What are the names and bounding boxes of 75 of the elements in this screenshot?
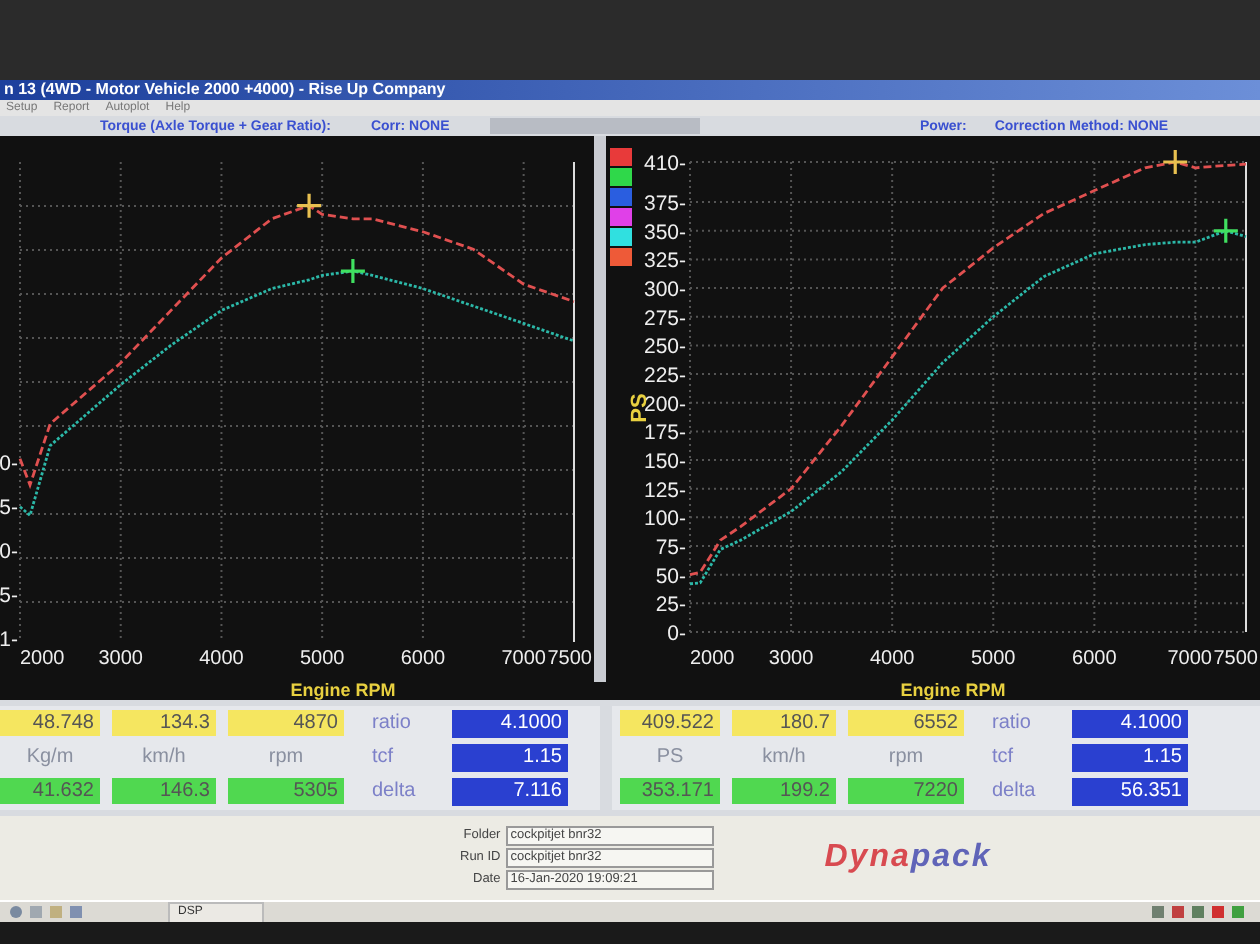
axis-tick-label: 125- xyxy=(643,478,686,503)
readout-value: 4870 xyxy=(228,710,344,736)
axis-tick-label: 1- xyxy=(0,628,18,652)
parameter-label: delta xyxy=(992,778,1038,806)
parameter-value: 4.1000 xyxy=(1072,710,1188,738)
axis-tick-label: 25- xyxy=(655,593,686,618)
readout-value: 409.522 xyxy=(620,710,720,736)
unit-label: PS xyxy=(654,744,686,770)
peak-marker-icon xyxy=(1212,217,1240,245)
axis-tick-label: 6000 xyxy=(400,648,446,670)
axis-tick-label: 50- xyxy=(655,564,686,589)
quick-launch-icon xyxy=(8,904,88,920)
readout-value: 180.7 xyxy=(732,710,836,736)
readout-value: 6552 xyxy=(848,710,964,736)
parameter-label: ratio xyxy=(992,710,1033,738)
peak-marker-icon xyxy=(1161,148,1189,176)
parameter-label: tcf xyxy=(992,744,1016,772)
axis-tick-label: 100- xyxy=(643,507,686,532)
readout-value: 134.3 xyxy=(112,710,216,736)
axis-tick-label: 300- xyxy=(643,278,686,303)
readout-value: 353.171 xyxy=(620,778,720,804)
axis-tick-label: 0- xyxy=(667,622,686,646)
axis-tick-label: 7500 xyxy=(1213,648,1258,670)
axis-tick-label: 175- xyxy=(643,421,686,446)
unit-label: Kg/m xyxy=(24,744,76,770)
unit-label: rpm xyxy=(266,744,306,770)
parameter-label: delta xyxy=(372,778,418,806)
axis-tick-label: 5- xyxy=(0,496,18,520)
peak-marker-icon xyxy=(339,257,367,285)
parameter-value: 56.351 xyxy=(1072,778,1188,806)
parameter-value: 4.1000 xyxy=(452,710,568,738)
axis-tick-label: 150- xyxy=(643,450,686,475)
readout-value: 7220 xyxy=(848,778,964,804)
axis-tick-label: 7000 xyxy=(501,648,546,670)
unit-label: rpm xyxy=(886,744,926,770)
axis-title: Engine RPM xyxy=(900,682,1006,700)
readout-value: 146.3 xyxy=(112,778,216,804)
unit-label: km/h xyxy=(140,744,188,770)
unit-label: km/h xyxy=(760,744,808,770)
window-title: n 13 (4WD - Motor Vehicle 2000 +4000) - Rise Up Company xyxy=(0,80,1260,100)
parameter-label: tcf xyxy=(372,744,396,772)
axis-tick-label: 2000 xyxy=(690,648,735,670)
readout-value: 5305 xyxy=(228,778,344,804)
axis-tick-label: 200- xyxy=(643,392,686,417)
readout-value: 199.2 xyxy=(732,778,836,804)
axis-tick-label: 3000 xyxy=(768,648,814,670)
axis-tick-label: 75- xyxy=(655,536,686,560)
parameter-value: 1.15 xyxy=(452,744,568,772)
axis-tick-label: 5000 xyxy=(971,648,1016,670)
axis-tick-label: 5000 xyxy=(299,648,345,670)
axis-tick-label: 5- xyxy=(0,584,18,608)
peak-marker-icon xyxy=(295,192,323,220)
axis-tick-label: 350- xyxy=(643,220,686,245)
axis-tick-label: 0- xyxy=(0,540,18,564)
brand-logo: Dynapack xyxy=(824,840,992,876)
axis-tick-label: 375- xyxy=(643,192,686,217)
readout-value: 41.632 xyxy=(0,778,100,804)
axis-tick-label: 6000 xyxy=(1072,648,1117,670)
axis-tick-label: 225- xyxy=(643,364,686,389)
axis-tick-label: 7000 xyxy=(1167,648,1212,670)
axis-tick-label: 410- xyxy=(643,152,686,176)
parameter-value: 1.15 xyxy=(1072,744,1188,772)
axis-tick-label: 250- xyxy=(643,335,686,360)
axis-tick-label: 4000 xyxy=(199,648,244,670)
axis-tick-label: 0- xyxy=(0,452,18,476)
axis-tick-label: 275- xyxy=(643,306,686,331)
axis-title: Engine RPM xyxy=(290,682,396,700)
readout-value: 48.748 xyxy=(0,710,100,736)
axis-tick-label: 325- xyxy=(643,249,686,274)
axis-tick-label: 4000 xyxy=(869,648,915,670)
parameter-label: ratio xyxy=(372,710,413,738)
axis-tick-label: 3000 xyxy=(98,648,143,670)
axis-tick-label: 2000 xyxy=(20,648,65,670)
parameter-value: 7.116 xyxy=(452,778,568,806)
axis-tick-label: 7500 xyxy=(547,648,592,670)
